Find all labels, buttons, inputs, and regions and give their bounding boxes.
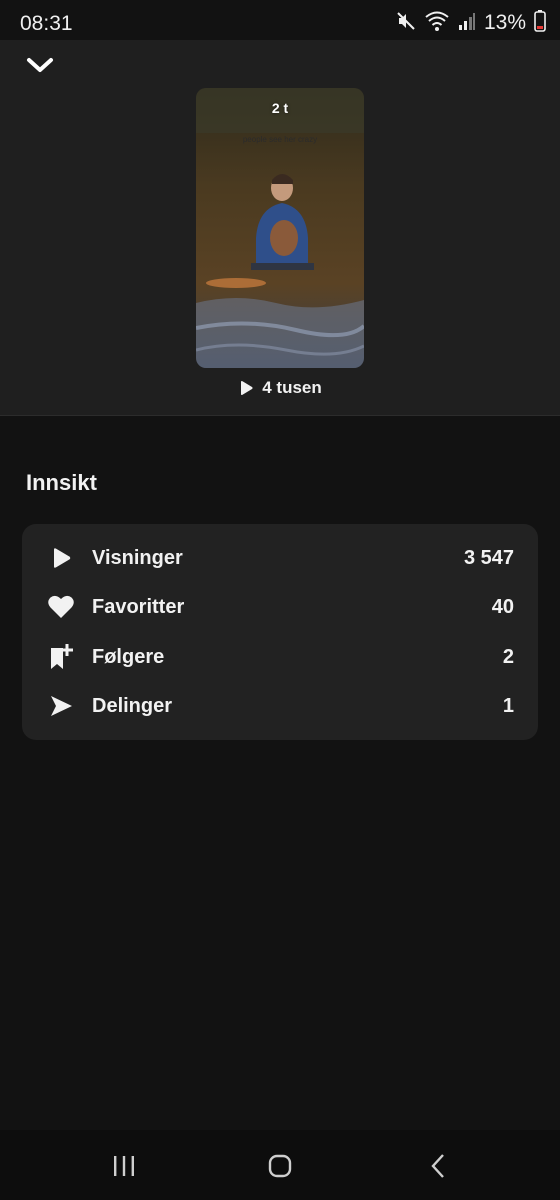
battery-percent: 13% — [483, 11, 526, 34]
stat-label: Visninger — [92, 546, 183, 569]
status-icons: 13% — [396, 9, 546, 37]
insights-title: Innsikt — [26, 470, 97, 495]
heart-icon — [46, 592, 76, 622]
stat-label: Favoritter — [92, 595, 185, 618]
play-icon — [241, 381, 253, 395]
stat-row-followers: Følgere 2 — [22, 637, 538, 677]
stat-row-favorites: Favoritter 40 — [22, 587, 538, 627]
stat-row-views: Visninger 3 547 — [22, 538, 538, 578]
back-button[interactable] — [418, 1148, 458, 1184]
mute-icon — [396, 11, 416, 36]
divider — [0, 415, 560, 416]
thumbnail-image — [196, 88, 364, 368]
battery-icon — [534, 9, 546, 37]
stat-value: 40 — [491, 595, 514, 618]
play-icon — [46, 543, 76, 573]
back-icon — [431, 1154, 444, 1178]
bookmark-plus-icon — [46, 642, 76, 672]
signal-icon — [458, 11, 476, 36]
thumbnail-timestamp: 2 t — [271, 100, 289, 116]
video-thumbnail[interactable]: 2 t people see her crazy — [196, 88, 364, 368]
stat-row-shares: Delinger 1 — [22, 686, 538, 726]
stat-label: Følgere — [92, 645, 165, 668]
stat-value: 2 — [502, 645, 514, 668]
home-icon — [268, 1154, 292, 1178]
thumbnail-caption: people see her crazy — [242, 135, 318, 144]
system-nav-bar — [0, 1130, 560, 1200]
collapse-button[interactable] — [22, 50, 58, 80]
share-arrow-icon — [46, 691, 76, 721]
recent-apps-button[interactable] — [104, 1148, 144, 1184]
home-button[interactable] — [260, 1148, 300, 1184]
status-bar: 08:31 13% — [0, 0, 560, 44]
chevron-down-icon — [27, 58, 53, 72]
stat-label: Delinger — [92, 694, 173, 717]
recent-apps-icon — [114, 1156, 134, 1176]
wifi-6e-icon — [424, 10, 450, 37]
view-count-text: 4 tusen — [262, 378, 322, 397]
insights-card: Visninger 3 547 Favoritter 40 Følgere 2 … — [22, 524, 538, 740]
status-time: 08:31 — [20, 12, 73, 35]
view-count: 4 tusen — [0, 378, 560, 398]
stat-value: 3 547 — [463, 546, 514, 569]
stat-value: 1 — [502, 694, 514, 717]
